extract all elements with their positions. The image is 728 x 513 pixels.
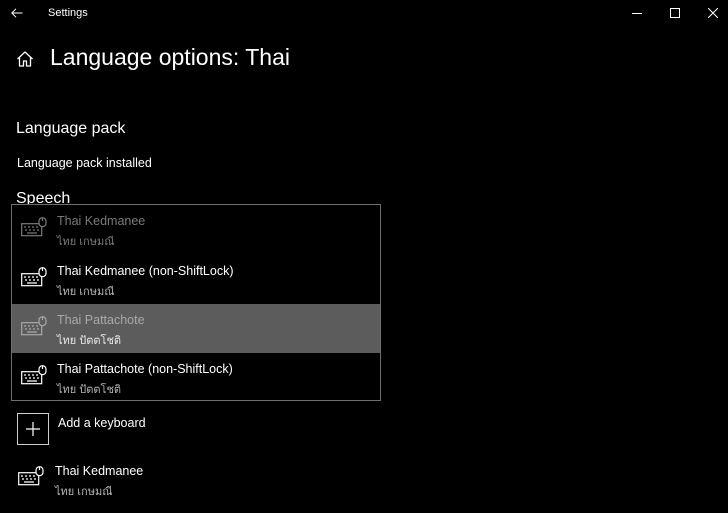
maximize-icon <box>670 8 680 18</box>
flyout-item-name: Thai Pattachote <box>57 313 145 327</box>
flyout-item-thai-kedmanee-non-shiftlock[interactable]: Thai Kedmanee (non-ShiftLock) ไทย เกษมณี <box>12 255 380 304</box>
flyout-item-name: Thai Pattachote (non-ShiftLock) <box>57 362 233 376</box>
installed-keyboard-native-name: ไทย เกษมณี <box>55 486 113 498</box>
keyboard-icon <box>21 365 47 385</box>
add-keyboard-button[interactable] <box>17 413 49 445</box>
flyout-item-native-name: ไทย เกษมณี <box>57 236 115 248</box>
settings-window: Settings Language options: Thai Language… <box>0 0 728 513</box>
back-arrow-icon <box>11 8 23 18</box>
installed-keyboard-item[interactable]: Thai Kedmanee ไทย เกษมณี <box>16 462 316 502</box>
flyout-item-name: Thai Kedmanee <box>57 214 146 228</box>
minimize-icon <box>632 13 642 14</box>
language-pack-status: Language pack installed <box>17 156 152 170</box>
language-pack-heading: Language pack <box>16 120 126 137</box>
flyout-item-thai-kedmanee: Thai Kedmanee ไทย เกษมณี <box>12 205 380 254</box>
keyboard-icon <box>21 267 47 287</box>
page-title: Language options: Thai <box>50 44 290 70</box>
flyout-item-native-name: ไทย ปัตตโชติ <box>57 335 122 347</box>
flyout-item-thai-pattachote-non-shiftlock[interactable]: Thai Pattachote (non-ShiftLock) ไทย ปัตต… <box>12 353 380 400</box>
plus-icon <box>26 422 40 436</box>
flyout-item-name: Thai Kedmanee (non-ShiftLock) <box>57 264 234 278</box>
title-bar: Settings <box>0 0 728 26</box>
close-button[interactable] <box>690 0 728 26</box>
flyout-item-thai-pattachote[interactable]: Thai Pattachote ไทย ปัตตโชติ <box>12 304 380 353</box>
keyboard-icon <box>18 466 44 486</box>
flyout-item-native-name: ไทย ปัตตโชติ <box>57 384 122 396</box>
keyboard-icon <box>21 217 47 237</box>
keyboard-layout-flyout: Thai Kedmanee ไทย เกษมณี Thai Kedmanee (… <box>11 204 381 401</box>
add-keyboard-label[interactable]: Add a keyboard <box>58 416 146 430</box>
home-icon <box>17 51 33 67</box>
home-button[interactable] <box>16 50 36 70</box>
back-button[interactable] <box>6 2 28 24</box>
app-title: Settings <box>48 7 88 19</box>
flyout-item-native-name: ไทย เกษมณี <box>57 286 115 298</box>
close-icon <box>708 8 718 18</box>
keyboard-icon <box>21 316 47 336</box>
installed-keyboard-name: Thai Kedmanee <box>55 464 144 478</box>
